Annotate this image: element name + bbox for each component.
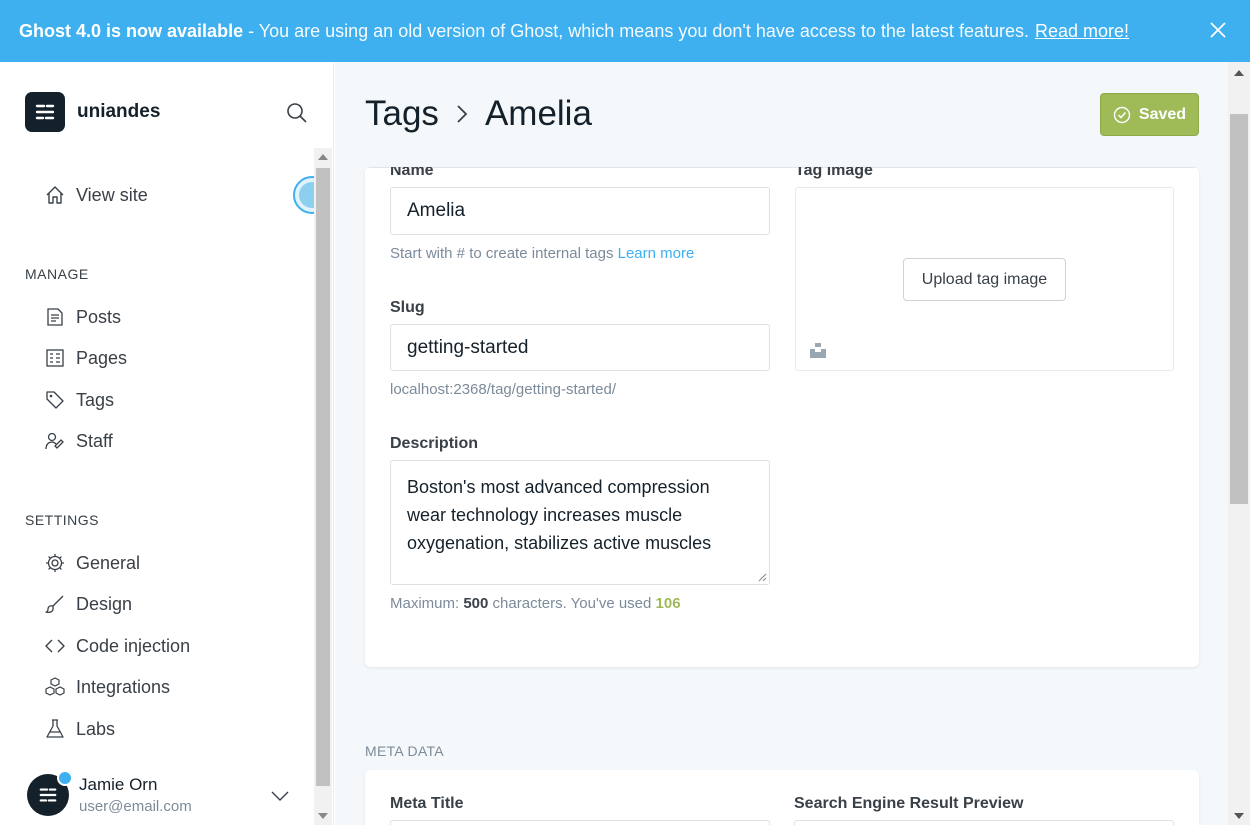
- page-title: Amelia: [484, 94, 592, 133]
- sidebar-item-label: Tags: [76, 389, 115, 410]
- banner-message: - You are using an old version of Ghost,…: [248, 20, 1029, 41]
- breadcrumb: Tags Amelia: [365, 94, 592, 134]
- sidebar-item-integrations[interactable]: Integrations: [44, 676, 170, 698]
- user-menu[interactable]: Jamie Orn user@email.com: [27, 770, 192, 816]
- manage-heading: MANAGE: [25, 266, 89, 282]
- tag-image-dropzone[interactable]: Upload tag image: [795, 187, 1174, 371]
- sidebar-item-label: General: [76, 552, 141, 573]
- character-count: Maximum: 500 characters. You've used 106: [390, 595, 681, 612]
- sidebar-item-label: Pages: [76, 347, 128, 368]
- sidebar-item-label: Code injection: [76, 635, 191, 656]
- chevron-right-icon: [457, 105, 468, 123]
- sidebar-scrollbar[interactable]: [314, 148, 332, 825]
- brand[interactable]: uniandes: [25, 92, 160, 132]
- user-email: user@email.com: [79, 798, 192, 815]
- scroll-down-arrow-icon[interactable]: [1234, 813, 1244, 819]
- sidebar-item-staff[interactable]: Staff: [44, 430, 113, 452]
- save-button[interactable]: Saved: [1100, 93, 1199, 136]
- sidebar-item-label: Design: [76, 593, 133, 614]
- count-used: 106: [655, 595, 681, 612]
- description-label: Description: [390, 435, 479, 452]
- sidebar-item-labs[interactable]: Labs: [44, 718, 115, 740]
- scroll-down-arrow-icon[interactable]: [318, 813, 328, 819]
- sidebar-item-label: Labs: [76, 718, 116, 739]
- resize-grip-icon[interactable]: [757, 572, 767, 582]
- scroll-up-arrow-icon[interactable]: [318, 154, 328, 160]
- count-mid: characters. You've used: [492, 595, 652, 612]
- sidebar-item-label: Staff: [76, 430, 113, 451]
- count-prefix: Maximum:: [390, 595, 460, 612]
- unsplash-icon[interactable]: [810, 342, 826, 358]
- sidebar-scrollbar-thumb[interactable]: [316, 168, 330, 786]
- tag-icon: [44, 389, 66, 411]
- meta-title-label: Meta Title: [390, 795, 464, 812]
- site-name: uniandes: [77, 101, 161, 122]
- code-icon: [44, 635, 66, 657]
- upload-tag-image-button[interactable]: Upload tag image: [903, 258, 1066, 301]
- posts-icon: [44, 306, 66, 328]
- meta-data-heading: META DATA: [365, 743, 444, 759]
- slug-url: localhost:2368/tag/getting-started/: [390, 381, 616, 398]
- view-site-label: View site: [76, 184, 148, 205]
- home-icon: [44, 184, 66, 206]
- settings-heading: SETTINGS: [25, 512, 100, 528]
- meta-data-card: Meta Title Search Engine Result Preview: [365, 770, 1199, 825]
- pages-icon: [44, 347, 66, 369]
- meta-title-input[interactable]: [390, 820, 770, 825]
- gear-icon: [44, 552, 66, 574]
- sidebar-item-label: Integrations: [76, 676, 171, 697]
- sidebar-item-general[interactable]: General: [44, 552, 140, 574]
- sidebar-item-posts[interactable]: Posts: [44, 306, 121, 328]
- chevron-down-icon[interactable]: [270, 789, 290, 803]
- search-icon[interactable]: [286, 102, 308, 124]
- name-hint: Start with # to create internal tags Lea…: [390, 245, 694, 262]
- view-site-link[interactable]: View site: [44, 184, 148, 206]
- tag-image-label: Tag image: [795, 167, 873, 179]
- serp-preview-label: Search Engine Result Preview: [794, 795, 1024, 812]
- check-circle-icon: [1113, 106, 1131, 123]
- name-hint-text: Start with # to create internal tags: [390, 245, 614, 262]
- sidebar: uniandes View site MANAGE Posts Pages Ta…: [0, 62, 334, 825]
- name-input[interactable]: Amelia: [390, 187, 770, 235]
- user-name: Jamie Orn: [79, 775, 158, 794]
- scroll-up-arrow-icon[interactable]: [1234, 70, 1244, 76]
- banner-title: Ghost 4.0 is now available: [19, 20, 244, 41]
- close-icon[interactable]: [1208, 20, 1228, 40]
- flask-icon: [44, 718, 66, 740]
- serp-preview-box: [794, 820, 1174, 825]
- description-textarea[interactable]: Boston's most advanced compression wear …: [390, 460, 770, 585]
- banner-read-more-link[interactable]: Read more!: [1035, 21, 1129, 42]
- update-banner: Ghost 4.0 is now available - You are usi…: [0, 0, 1250, 62]
- breadcrumb-parent-link[interactable]: Tags: [365, 94, 439, 134]
- main-scrollbar-thumb[interactable]: [1230, 114, 1248, 504]
- name-label: Name: [390, 167, 434, 179]
- site-logo-icon: [25, 92, 65, 132]
- description-text: Boston's most advanced compression wear …: [407, 477, 712, 553]
- sidebar-item-pages[interactable]: Pages: [44, 347, 127, 369]
- save-button-label: Saved: [1138, 105, 1187, 123]
- staff-icon: [44, 430, 66, 452]
- sidebar-item-tags[interactable]: Tags: [44, 389, 114, 411]
- brush-icon: [44, 593, 66, 615]
- slug-label: Slug: [390, 299, 425, 316]
- tag-settings-card: Name Amelia Start with # to create inter…: [365, 167, 1199, 667]
- sidebar-item-label: Posts: [76, 306, 122, 327]
- learn-more-link[interactable]: Learn more: [618, 245, 695, 262]
- avatar: [27, 770, 73, 816]
- count-max: 500: [463, 595, 489, 612]
- main-content: Tags Amelia Saved Name Amelia Start with…: [335, 62, 1228, 825]
- integrations-icon: [44, 676, 66, 698]
- notification-dot: [57, 770, 73, 786]
- slug-input[interactable]: getting-started: [390, 324, 770, 371]
- sidebar-item-design[interactable]: Design: [44, 593, 132, 615]
- main-scrollbar[interactable]: [1228, 62, 1250, 825]
- sidebar-item-code-injection[interactable]: Code injection: [44, 635, 190, 657]
